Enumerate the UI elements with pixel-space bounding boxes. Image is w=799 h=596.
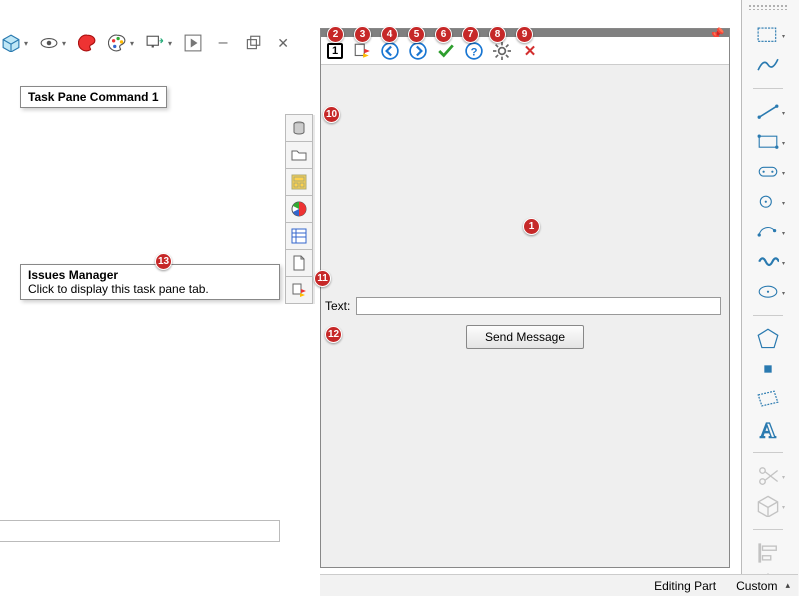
right-toolbar-panel: ▾ ▾ ▾ ▾ ▾ ▾ ▾ ▾ A ▾ ▾ [741, 0, 799, 596]
badge-8: 8 [489, 26, 506, 43]
tab-folder[interactable] [285, 141, 313, 169]
plane-icon[interactable] [757, 390, 779, 408]
gear-icon[interactable] [493, 42, 511, 60]
separator [753, 452, 783, 453]
play-box-icon[interactable] [184, 34, 202, 52]
text-icon[interactable]: A [757, 420, 779, 438]
status-editing: Editing Part [654, 579, 716, 593]
badge-2: 2 [327, 26, 344, 43]
dropdown-icon[interactable]: ▾ [130, 39, 134, 48]
restore-icon[interactable] [244, 34, 262, 52]
right-toolbar: ▾ ▾ ▾ ▾ ▾ ▾ ▾ ▾ A ▾ ▾ [748, 26, 788, 592]
monitor-arrow-icon[interactable] [146, 34, 164, 52]
minimize-icon[interactable]: ‒ [214, 34, 232, 52]
palette-multi-icon[interactable] [108, 34, 126, 52]
close-icon[interactable]: ✕ [274, 34, 292, 52]
send-message-button[interactable]: Send Message [466, 325, 584, 349]
help-icon[interactable]: ? [465, 42, 483, 60]
polygon-icon[interactable] [757, 330, 779, 348]
send-row: Send Message [321, 325, 729, 349]
tooltip-title: Issues Manager [28, 268, 118, 282]
tab-properties[interactable] [285, 222, 313, 250]
badge-13: 13 [155, 253, 172, 270]
circle-icon[interactable]: ▾ [757, 193, 779, 211]
left-lower-panel [0, 520, 280, 542]
dropdown-icon[interactable]: ▾ [168, 39, 172, 48]
tab-cylinder[interactable] [285, 114, 313, 142]
badge-1: 1 [523, 218, 540, 235]
task-pane: 📌 1 ? ✕ Text: Send Message [320, 28, 730, 568]
point-icon[interactable] [757, 360, 779, 378]
document-arrows-icon[interactable] [353, 42, 371, 60]
caret-up-icon[interactable]: ▴ [785, 580, 790, 591]
align-left-icon [757, 544, 779, 562]
separator [753, 529, 783, 530]
tooltip-body: Click to display this task pane tab. [28, 282, 209, 296]
tooltip-text: Task Pane Command 1 [28, 90, 159, 104]
line-icon[interactable]: ▾ [757, 103, 779, 121]
badge-11: 11 [314, 270, 331, 287]
slot-icon[interactable]: ▾ [757, 163, 779, 181]
arc-icon[interactable]: ▾ [757, 223, 779, 241]
tab-layout[interactable] [285, 168, 313, 196]
tooltip-taskpane-command: Task Pane Command 1 [20, 86, 167, 108]
badge-9: 9 [516, 26, 533, 43]
text-input-row: Text: [325, 297, 721, 315]
spline-icon[interactable] [757, 56, 779, 74]
tab-appearance[interactable] [285, 195, 313, 223]
separator [753, 88, 783, 89]
badge-12: 12 [325, 326, 342, 343]
badge-7: 7 [462, 26, 479, 43]
tab-document[interactable] [285, 249, 313, 277]
check-icon[interactable] [437, 42, 455, 60]
tab-number-icon[interactable]: 1 [327, 43, 343, 59]
text-label: Text: [325, 299, 350, 313]
status-custom[interactable]: Custom [736, 579, 777, 593]
svg-text:?: ? [471, 46, 478, 58]
forward-icon[interactable] [409, 42, 427, 60]
palette-icon[interactable] [78, 34, 96, 52]
grip-icon[interactable] [748, 4, 788, 10]
badge-4: 4 [381, 26, 398, 43]
scissors-icon: ▾ [757, 467, 779, 485]
rect-icon[interactable]: ▾ [757, 133, 779, 151]
task-pane-content: Text: Send Message [321, 65, 729, 567]
main-toolbar-fragment: ▾ ▾ ▾ ▾ ‒ ✕ [0, 30, 310, 56]
eye-icon[interactable] [40, 34, 58, 52]
status-bar: Editing Part Custom ▴ [320, 574, 798, 596]
tooltip-issues-manager: Issues Manager Click to display this tas… [20, 264, 280, 300]
dropdown-icon[interactable]: ▾ [62, 39, 66, 48]
badge-6: 6 [435, 26, 452, 43]
text-input[interactable] [356, 297, 721, 315]
cube-icon[interactable] [2, 34, 20, 52]
badge-5: 5 [408, 26, 425, 43]
cube-tool-icon: ▾ [757, 497, 779, 515]
badge-10: 10 [323, 106, 340, 123]
close-icon[interactable]: ✕ [521, 42, 539, 60]
svg-text:A: A [760, 418, 776, 440]
back-icon[interactable] [381, 42, 399, 60]
wave-icon[interactable]: ▾ [757, 253, 779, 271]
task-pane-tabs [285, 115, 315, 304]
ellipse-icon[interactable]: ▾ [757, 283, 779, 301]
dropdown-icon[interactable]: ▾ [24, 39, 28, 48]
rect-select-icon[interactable]: ▾ [757, 26, 779, 44]
tab-issues[interactable] [285, 276, 313, 304]
badge-3: 3 [354, 26, 371, 43]
separator [753, 315, 783, 316]
